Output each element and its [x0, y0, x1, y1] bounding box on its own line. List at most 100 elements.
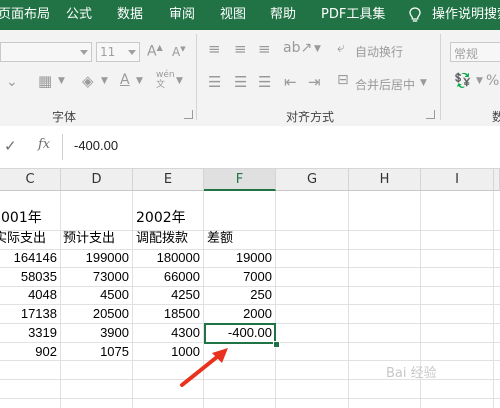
ribbon: 11 A▲ A▼ ⌄ ▦ ▼ ◈ ▼ A ▼ wén 文 ▼ 字体 ≡ ≡ ≡ a… [0, 30, 500, 127]
chevron-down-icon[interactable]: ▼ [58, 76, 65, 86]
menu-data[interactable]: 数据 [117, 7, 143, 23]
group-label-number: 数 [492, 110, 500, 124]
cell-c4[interactable]: 58035 [0, 269, 57, 285]
align-middle-icon[interactable]: ≡ [234, 40, 247, 58]
wrap-text-icon[interactable]: ⤶ [337, 40, 345, 56]
chevron-down-icon[interactable]: ▼ [314, 44, 321, 54]
menu-bar: 页面布局 公式 数据 审阅 视图 帮助 PDF工具集 操作说明搜索 [0, 0, 500, 30]
watermark-text: Bai 经验 [386, 366, 437, 381]
align-center-icon[interactable]: ☰ [234, 73, 247, 91]
cell-e7[interactable]: 4300 [133, 325, 200, 341]
column-header-j[interactable] [494, 169, 500, 191]
align-bottom-icon[interactable]: ≡ [258, 40, 271, 58]
align-left-icon[interactable]: ☰ [208, 73, 221, 91]
insert-function-icon[interactable]: fx [38, 137, 50, 152]
menu-page-layout[interactable]: 页面布局 [0, 7, 50, 23]
cell-d8[interactable]: 1075 [61, 344, 129, 360]
fill-color-icon[interactable]: ◈ [82, 72, 94, 90]
gridline [0, 360, 500, 361]
checkmark-icon[interactable]: ✓ [4, 137, 17, 155]
cell-c7[interactable]: 3319 [0, 325, 57, 341]
gridline [0, 304, 500, 305]
menu-formulas[interactable]: 公式 [66, 7, 92, 23]
alignment-dialog-launcher-icon[interactable] [426, 110, 435, 119]
chevron-down-icon[interactable]: ▼ [136, 76, 143, 86]
column-header-c[interactable]: C [0, 169, 61, 191]
cell-c8[interactable]: 902 [0, 344, 57, 360]
cell-d5[interactable]: 4500 [61, 287, 129, 303]
cell-e5[interactable]: 4250 [133, 287, 200, 303]
merge-center-icon[interactable]: ⊟ [337, 72, 349, 88]
chevron-down-icon[interactable]: ▼ [476, 76, 483, 86]
group-label-alignment: 对齐方式 [286, 110, 335, 124]
gridline [275, 191, 276, 408]
menu-help[interactable]: 帮助 [270, 7, 296, 23]
cell-e3[interactable]: 180000 [133, 250, 200, 266]
cell-d3[interactable]: 199000 [61, 250, 129, 266]
decrease-indent-icon[interactable]: ⇤ [284, 73, 297, 91]
chevron-down-icon [128, 50, 136, 55]
cell-e6[interactable]: 18500 [133, 306, 200, 322]
number-format-dropdown[interactable]: 常规 [450, 42, 500, 62]
cell-d6[interactable]: 20500 [61, 306, 129, 322]
align-right-icon[interactable]: ☰ [258, 73, 271, 91]
cell-c3[interactable]: 164146 [0, 250, 57, 266]
red-arrow-annotation [180, 348, 228, 387]
menu-pdf-tools[interactable]: PDF工具集 [321, 7, 385, 23]
cell-e1[interactable]: 2002年 [136, 210, 186, 226]
cell-f6[interactable]: 2000 [204, 306, 272, 322]
underline-icon[interactable]: ⌄ [6, 74, 18, 90]
wrap-text-button[interactable]: 自动换行 [355, 43, 403, 60]
cell-f3[interactable]: 19000 [204, 250, 272, 266]
lightbulb-icon[interactable] [406, 6, 424, 24]
chevron-down-icon[interactable]: ▼ [176, 76, 183, 86]
font-dialog-launcher-icon[interactable] [184, 110, 193, 119]
phonetic-guide-icon[interactable]: wén 文 [156, 70, 175, 90]
tell-me-search[interactable]: 操作说明搜索 [432, 7, 500, 23]
chevron-down-icon [80, 50, 88, 55]
column-header-g[interactable]: G [276, 169, 349, 191]
active-cell-border [204, 323, 276, 344]
cell-c6[interactable]: 17138 [0, 306, 57, 322]
column-header-e[interactable]: E [133, 169, 204, 191]
font-family-dropdown[interactable] [0, 42, 92, 62]
column-header-f[interactable]: F [204, 169, 276, 191]
chevron-down-icon[interactable]: ▼ [101, 76, 108, 86]
cell-e2[interactable]: 调配拨款 [136, 231, 188, 247]
menu-review[interactable]: 审阅 [169, 7, 195, 23]
font-size-dropdown[interactable]: 11 [96, 42, 140, 62]
fill-handle[interactable] [273, 341, 280, 348]
group-divider [196, 34, 197, 120]
gridline [493, 191, 494, 408]
orientation-icon[interactable]: ab↗ [283, 40, 312, 56]
align-top-icon[interactable]: ≡ [208, 40, 221, 58]
cell-c1[interactable]: 001年 [1, 210, 42, 226]
cell-f2[interactable]: 差额 [207, 231, 233, 247]
column-header-h[interactable]: H [349, 169, 421, 191]
font-color-icon[interactable]: A [120, 72, 130, 88]
cell-f4[interactable]: 7000 [204, 269, 272, 285]
cell-c5[interactable]: 4048 [0, 287, 57, 303]
gridline [348, 191, 349, 408]
formula-bar-divider [62, 134, 63, 160]
column-header-d[interactable]: D [61, 169, 133, 191]
increase-indent-icon[interactable]: ⇥ [308, 73, 321, 91]
column-header-i[interactable]: I [421, 169, 494, 191]
cell-d7[interactable]: 3900 [61, 325, 129, 341]
cell-d2[interactable]: 预计支出 [63, 231, 115, 247]
cell-d4[interactable]: 73000 [61, 269, 129, 285]
cell-f5[interactable]: 250 [204, 287, 272, 303]
percent-style-icon[interactable]: % [486, 73, 499, 89]
grow-font-icon[interactable]: A▲ [147, 43, 163, 60]
group-label-font: 字体 [52, 110, 77, 124]
chevron-down-icon[interactable]: ▼ [420, 78, 427, 88]
menu-view[interactable]: 视图 [220, 7, 246, 23]
merge-center-button[interactable]: 合并后居中 [355, 76, 415, 93]
gridline [0, 267, 500, 268]
borders-icon[interactable]: ▦ [38, 72, 52, 90]
cell-c2[interactable]: 实际支出 [0, 231, 46, 247]
shrink-font-icon[interactable]: A▼ [172, 45, 186, 59]
formula-input[interactable]: -400.00 [74, 138, 118, 153]
accounting-format-icon[interactable]: 💱 [454, 73, 471, 89]
cell-e4[interactable]: 66000 [133, 269, 200, 285]
